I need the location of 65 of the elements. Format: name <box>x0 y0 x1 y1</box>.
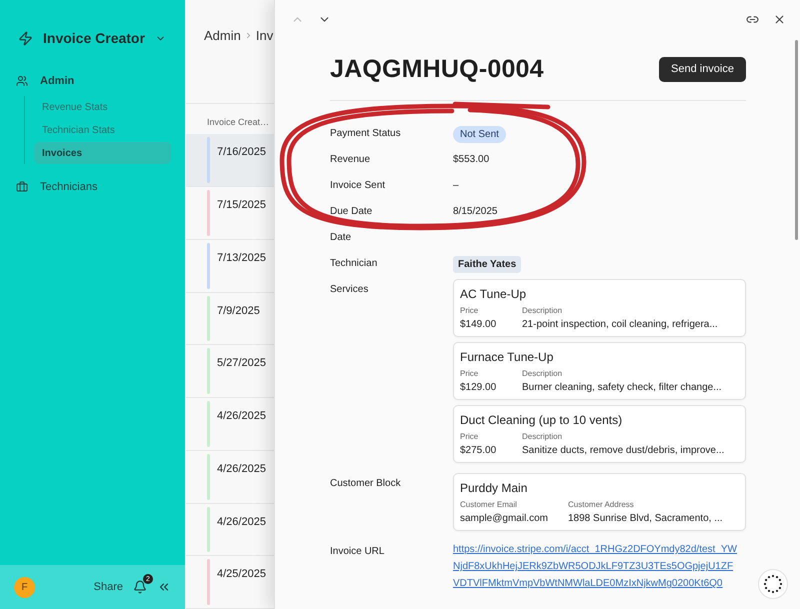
close-button[interactable] <box>773 12 786 26</box>
user-avatar[interactable]: F <box>14 576 35 598</box>
service-name: Duct Cleaning (up to 10 vents) <box>460 413 624 427</box>
field-value: – <box>453 180 460 192</box>
field-label: Technician <box>330 258 378 270</box>
users-icon <box>16 75 28 87</box>
service-price: $149.00 <box>460 319 498 330</box>
customer-email: sample@gmail.com <box>460 513 549 524</box>
field-label: Payment Status <box>330 128 402 140</box>
service-description: Burner cleaning, safety check, filter change... <box>522 382 723 393</box>
service-name: AC Tune-Up <box>460 287 528 301</box>
invoice-date: 4/26/2025 <box>217 462 266 477</box>
customer-address: 1898 Sunrise Blvd, Sacramento, ... <box>568 513 724 524</box>
invoice-date: 7/13/2025 <box>217 250 266 266</box>
description-label: Description <box>522 432 564 441</box>
send-invoice-button[interactable]: Send invoice <box>659 56 746 82</box>
bell-icon[interactable] <box>133 580 147 594</box>
status-pill: Not Sent <box>453 126 506 142</box>
invoice-date: 7/16/2025 <box>217 145 266 160</box>
briefcase-icon <box>16 181 28 193</box>
price-label: Price <box>460 306 480 315</box>
invoice-date: 7/9/2025 <box>217 304 260 319</box>
breadcrumb-current: Inv <box>256 28 274 43</box>
address-label: Customer Address <box>568 500 635 509</box>
invoice-date: 7/15/2025 <box>217 198 266 214</box>
description-label: Description <box>522 369 564 378</box>
field-value: 8/15/2025 <box>453 206 498 218</box>
share-link[interactable]: Share <box>94 581 123 593</box>
invoice-date: 4/26/2025 <box>217 514 266 530</box>
customer-name: Purddy Main <box>460 481 528 495</box>
service-price: $129.00 <box>460 382 498 393</box>
field-label: Invoice Sent <box>330 180 386 192</box>
field-label: Due Date <box>330 206 374 218</box>
email-label: Customer Email <box>460 500 518 509</box>
scrollbar[interactable] <box>795 40 798 240</box>
invoice-date: 4/26/2025 <box>217 409 266 424</box>
field-label: Customer Block <box>330 477 402 490</box>
service-name: Furnace Tune-Up <box>460 350 554 364</box>
invoice-date: 5/27/2025 <box>217 356 266 372</box>
spinner-icon <box>763 574 783 594</box>
technician-tag: Faithe Yates <box>453 256 522 272</box>
invoice-row[interactable]: 7/16/2025 <box>186 134 274 188</box>
description-label: Description <box>522 306 564 315</box>
nav-group[interactable]: Technicians <box>40 181 98 193</box>
column-header[interactable]: Invoice Creat… <box>186 104 274 134</box>
field-label: Services <box>330 283 370 296</box>
field-label: Date <box>330 232 352 244</box>
field-label: Invoice URL <box>330 545 386 558</box>
service-description: Sanitize ducts, remove dust/debris, improve... <box>522 445 726 456</box>
nav-item[interactable]: Invoices <box>34 142 171 164</box>
app-title[interactable]: Invoice Creator <box>43 30 145 46</box>
invoice-url-link[interactable]: https://invoice.stripe.com/i/acct_1RHGz2DFOYmdy82d/test_YWNjdF8xUkhHejJERk9ZbWR5ODJkLF9TZ3U3TEs5OGpjejU1ZFVDTVlFMktmVmpVbWtNMWlaLDE0MzIxNjkwMg0200Kt6Q0 <box>453 539 738 592</box>
price-label: Price <box>460 369 480 378</box>
lightning-icon <box>18 30 33 46</box>
nav-group[interactable]: Admin <box>40 75 74 87</box>
service-description: 21-point inspection, coil cleaning, refrigera... <box>522 319 719 330</box>
breadcrumb-link[interactable]: Admin <box>204 28 241 43</box>
field-label: Revenue <box>330 154 372 166</box>
invoice-title: JAQGMHUQ-0004 <box>330 54 544 84</box>
field-value: $553.00 <box>453 154 490 166</box>
service-price: $275.00 <box>460 445 498 456</box>
close-icon <box>773 12 786 26</box>
loading-button[interactable] <box>758 569 788 599</box>
price-label: Price <box>460 432 480 441</box>
invoice-date: 4/25/2025 <box>217 567 266 582</box>
